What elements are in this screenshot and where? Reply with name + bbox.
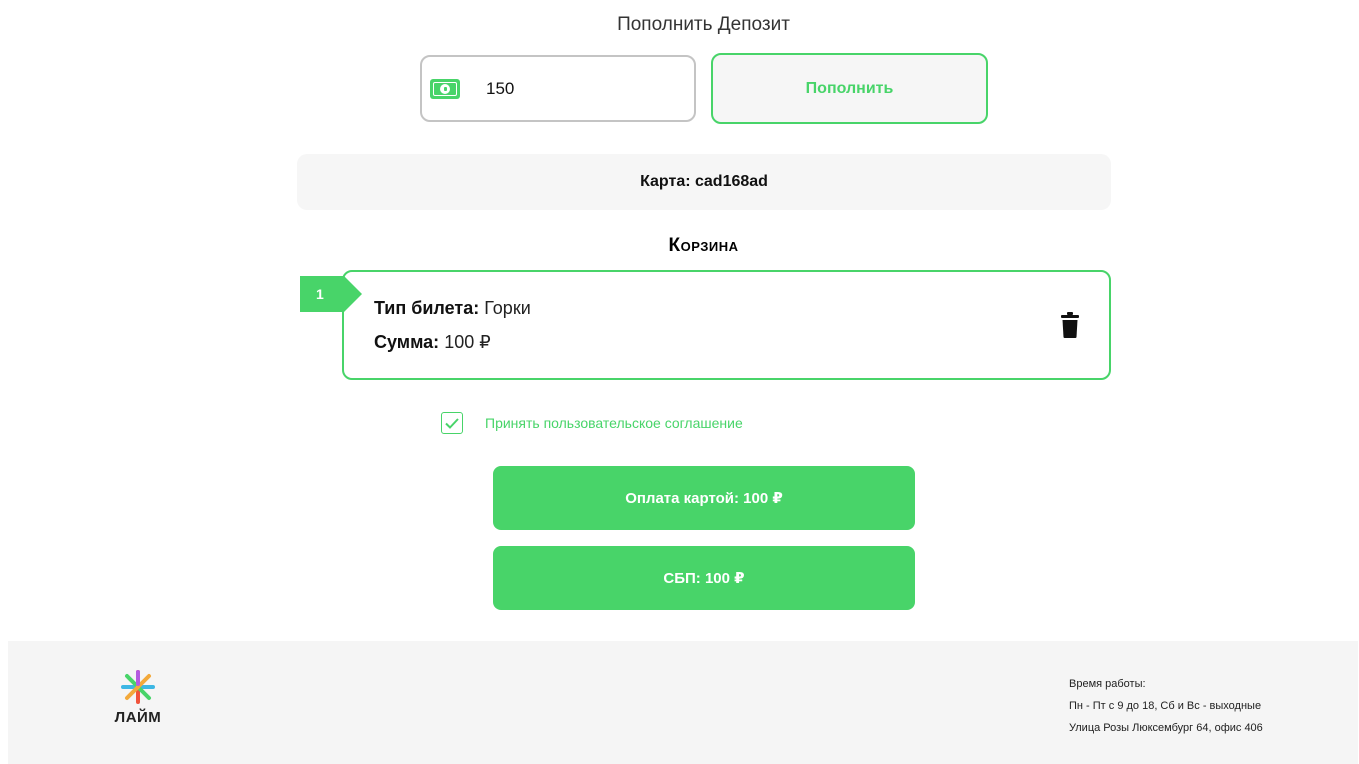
topup-button[interactable]: Пополнить	[711, 53, 988, 124]
pay-by-sbp-button[interactable]: СБП: 100 ₽	[493, 546, 915, 610]
ticket-type-value: Горки	[484, 298, 531, 318]
trash-icon[interactable]	[1061, 312, 1079, 338]
money-icon	[430, 78, 460, 99]
lime-logo-icon	[121, 670, 155, 704]
logo-text: ЛАЙМ	[114, 709, 162, 726]
card-info: Карта: cad168ad	[297, 154, 1111, 210]
agreement-link[interactable]: Принять пользовательское соглашение	[485, 415, 743, 431]
badge-arrow	[344, 276, 362, 312]
cart-item: Тип билета: Горки Сумма: 100 ₽	[342, 270, 1111, 380]
ticket-sum-line: Сумма: 100 ₽	[374, 332, 491, 353]
ticket-sum-label: Сумма:	[374, 332, 440, 352]
working-hours-value: Пн - Пт с 9 до 18, Сб и Вс - выходные	[1069, 700, 1262, 712]
footer-info: Время работы: Пн - Пт с 9 до 18, Сб и Вс…	[1069, 673, 1263, 739]
working-hours-title: Время работы:	[1069, 678, 1146, 690]
cart-item-index-badge: 1	[300, 276, 344, 312]
deposit-amount-input[interactable]	[486, 78, 666, 99]
deposit-title: Пополнить Депозит	[617, 14, 790, 35]
logo[interactable]: ЛАЙМ	[108, 669, 168, 739]
footer: ЛАЙМ Время работы: Пн - Пт с 9 до 18, Сб…	[8, 641, 1358, 764]
cart-title: Корзина	[668, 235, 739, 256]
ticket-sum-value: 100 ₽	[444, 332, 491, 352]
agreement-row: Принять пользовательское соглашение	[441, 412, 743, 434]
checkmark-icon	[445, 417, 459, 429]
page: Пополнить Депозит Пополнить Карта: cad16…	[0, 0, 1359, 764]
address: Улица Розы Люксембург 64, офис 406	[1069, 722, 1263, 734]
ticket-type-label: Тип билета:	[374, 298, 480, 318]
ticket-type-line: Тип билета: Горки	[374, 298, 531, 319]
pay-by-card-button[interactable]: Оплата картой: 100 ₽	[493, 466, 915, 530]
agreement-checkbox[interactable]	[441, 412, 463, 434]
deposit-amount-field[interactable]	[420, 55, 696, 122]
